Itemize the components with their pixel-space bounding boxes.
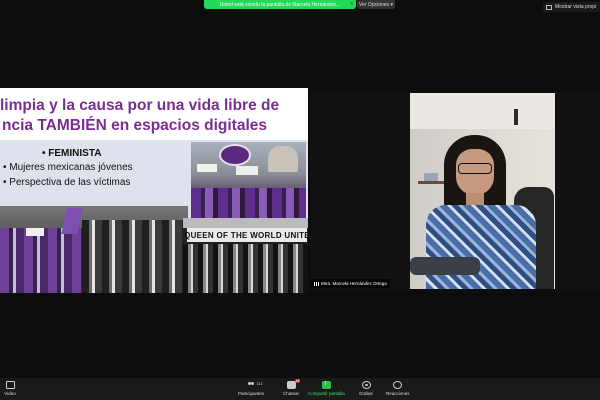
chat-icon: 48 (286, 379, 301, 389)
video-label: Video (4, 391, 16, 396)
slide-header: limpia y la causa por una vida libre de … (0, 88, 308, 140)
participants-label: Participantes (238, 391, 265, 396)
audio-level-icon (314, 281, 319, 286)
self-view-icon (546, 4, 552, 10)
chat-label: Chatear (283, 391, 300, 396)
protest-photo-top (191, 142, 306, 222)
photo-banner-text: QUEEN OF THE WORLD UNITE (184, 228, 308, 242)
building-dome (268, 146, 298, 172)
slide-title-line2: ncia TAMBIÉN en espacios digitales (2, 117, 268, 134)
shared-screen-slide: limpia y la causa por una vida libre de … (0, 88, 308, 293)
participant-video (410, 93, 555, 289)
protest-crowd (191, 188, 306, 222)
chat-badge: 48 (294, 379, 301, 383)
books (424, 173, 438, 181)
slide-heading: • FEMINISTA (42, 148, 102, 159)
shelf (418, 181, 444, 184)
protest-sign (236, 166, 258, 175)
screen-share-banner: Usted está viendo la pantalla de Marcela… (204, 0, 356, 9)
video-button[interactable]: Video (0, 381, 20, 396)
participants-count: 111 (256, 381, 263, 386)
record-icon (361, 381, 371, 389)
reactions-label: Reacciones (386, 391, 410, 396)
slide-bullet-2: • Perspectiva de las víctimas (3, 177, 131, 188)
participants-icon: 111 (247, 381, 263, 389)
record-button[interactable]: Grabar (359, 381, 373, 396)
screen-share-banner-text: Usted está viendo la pantalla de Marcela… (219, 1, 341, 8)
protest-sign (26, 228, 44, 236)
purple-crowd (0, 228, 82, 293)
slide-title: limpia y la causa por una vida libre de … (0, 96, 308, 136)
show-self-view-label: Mostrar vista propi (555, 4, 597, 10)
share-screen-label: Compartir pantalla (308, 391, 345, 396)
photo-sky (183, 218, 308, 228)
meeting-toolbar: Video 111 Participantes 48 Chatear Compa… (0, 378, 600, 400)
historic-crowd (82, 220, 188, 293)
person-shirt (426, 205, 536, 289)
chat-button[interactable]: 48 Chatear (283, 379, 301, 396)
video-ceiling (410, 93, 555, 129)
participant-name-tag: Mtra. Marcela Hernández Ortega (311, 279, 390, 288)
reactions-button[interactable]: Reacciones (386, 381, 410, 396)
protest-sign (197, 164, 217, 172)
reactions-icon (393, 381, 403, 389)
person-arm (410, 257, 480, 275)
feminist-symbol (219, 144, 251, 166)
bw-crowd (183, 244, 308, 293)
protest-photo-bottom-right: QUEEN OF THE WORLD UNITE (183, 218, 308, 293)
slide-bullet-1: • Mujeres mexicanas jóvenes (3, 162, 133, 173)
participant-name: Mtra. Marcela Hernández Ortega (321, 281, 387, 286)
share-screen-icon (321, 380, 331, 389)
participants-button[interactable]: 111 Participantes (238, 381, 264, 396)
close-icon[interactable]: x (351, 1, 354, 7)
participant-video-tile[interactable] (311, 93, 600, 289)
share-screen-button[interactable]: Compartir pantalla (308, 380, 345, 396)
record-label: Grabar (359, 391, 374, 396)
lamp (514, 109, 518, 125)
video-camera-icon (5, 381, 15, 389)
glasses (458, 163, 492, 174)
show-self-view-button[interactable]: Mostrar vista propi (543, 2, 600, 12)
view-options-button[interactable]: Ver Opciones ▾ (357, 0, 395, 9)
slide-title-line1: limpia y la causa por una vida libre de (0, 97, 280, 114)
protest-photo-bottom-left (0, 206, 188, 293)
